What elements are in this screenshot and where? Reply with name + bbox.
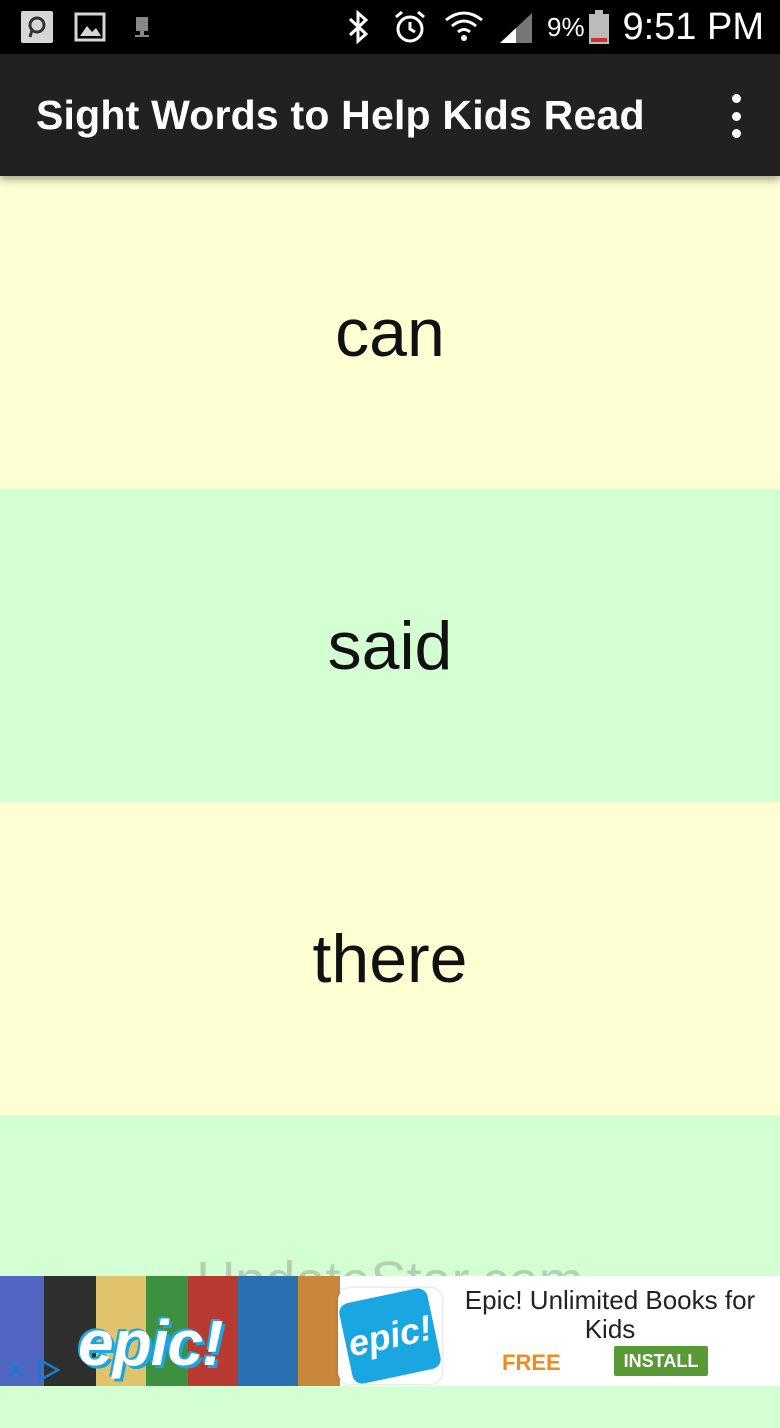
more-vert-icon[interactable] [726,94,746,138]
wifi-icon [444,10,484,44]
app-bar: Sight Words to Help Kids Read [0,54,780,176]
word-item-can[interactable]: can [0,176,780,489]
signal-icon [498,10,534,44]
status-bar: 9% 9:51 PM [0,0,780,54]
word-item-there[interactable]: there [0,802,780,1115]
ad-app-icon[interactable]: epic! [337,1286,443,1386]
ad-app-icon-label: epic! [337,1286,443,1386]
app-notification-icon [20,10,54,44]
ad-install-button[interactable]: INSTALL [614,1346,708,1376]
word-text: can [335,294,445,371]
ad-headline[interactable]: Epic! Unlimited Books for Kids [450,1286,770,1344]
ad-close-icon[interactable]: ✕ [4,1357,28,1383]
word-text: said [327,607,453,684]
app-title: Sight Words to Help Kids Read [36,92,645,138]
ad-collage-logo: epic! [78,1307,223,1379]
bluetooth-icon [344,10,372,44]
battery-icon [587,10,611,44]
download-icon [132,10,152,44]
alarm-icon [392,10,428,44]
ad-price: FREE [502,1350,561,1375]
ad-choices-icon[interactable] [36,1357,62,1383]
gallery-icon [74,10,106,44]
status-time: 9:51 PM [622,6,764,48]
battery-percent: 9% [547,12,585,42]
word-item-said[interactable]: said [0,489,780,802]
word-text: there [312,920,468,997]
ad-banner[interactable]: epic! ✕ epic! Epic! Unlimited Books for … [0,1276,780,1386]
word-list: can said there [0,176,780,1428]
